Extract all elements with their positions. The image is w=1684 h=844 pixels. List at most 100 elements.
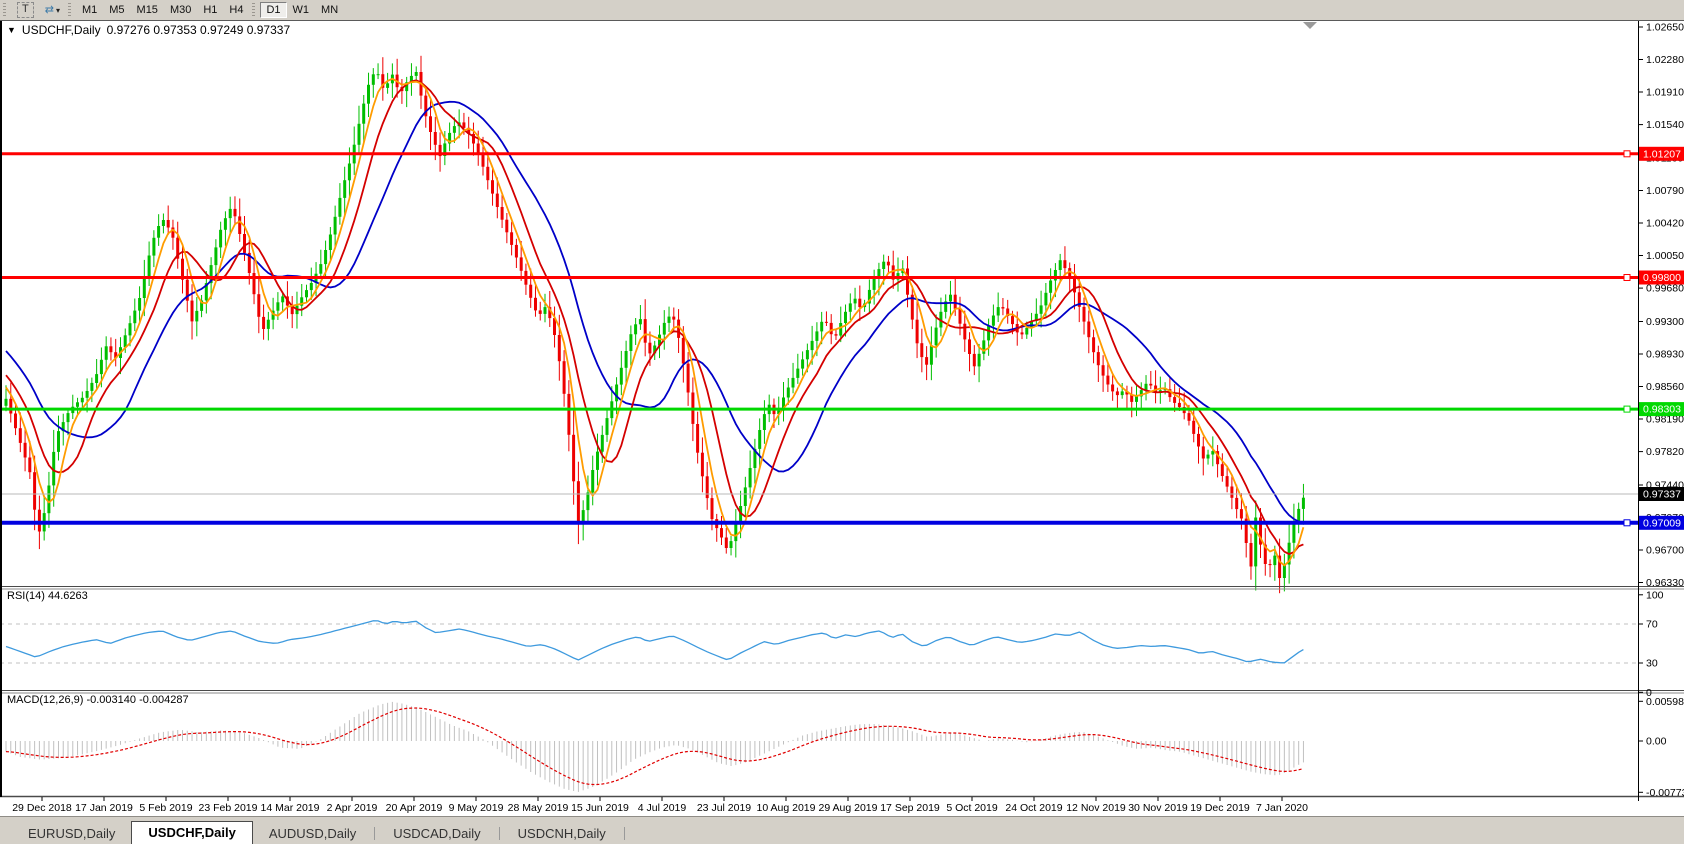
svg-text:1.01540: 1.01540 (1646, 119, 1684, 131)
timeframe-button-m5[interactable]: M5 (103, 2, 130, 18)
svg-text:29 Aug 2019: 29 Aug 2019 (819, 802, 878, 814)
svg-text:2 Apr 2019: 2 Apr 2019 (327, 802, 378, 814)
text-tool-icon: T (17, 2, 34, 18)
svg-text:14 Mar 2019: 14 Mar 2019 (261, 802, 320, 814)
svg-text:0.005986: 0.005986 (1646, 696, 1684, 708)
arrows-icon: ⇄ (45, 5, 54, 16)
svg-text:30: 30 (1646, 658, 1658, 670)
svg-text:0.00: 0.00 (1646, 736, 1667, 748)
tab-divider (374, 827, 375, 840)
timeframe-button-mn[interactable]: MN (315, 2, 344, 18)
macd-axis[interactable]: 0.005986 0.00 -0.007737 (1638, 696, 1684, 799)
line-price-label: 0.99800 (1639, 271, 1684, 285)
timeframe-button-w1[interactable]: W1 (287, 2, 316, 18)
svg-text:0.96700: 0.96700 (1646, 545, 1684, 557)
svg-text:9 May 2019: 9 May 2019 (449, 802, 504, 814)
chart-title: ▼ USDCHF,Daily 0.97276 0.97353 0.97249 0… (7, 23, 290, 37)
toolbar-grip[interactable] (252, 3, 255, 17)
tab-eurusd-daily[interactable]: EURUSD,Daily (12, 823, 131, 844)
tab-divider (499, 827, 500, 840)
date-axis[interactable]: 29 Dec 201817 Jan 2019 5 Feb 2019 23 Feb 2… (12, 797, 1308, 814)
line-price-label: 1.01207 (1639, 147, 1684, 161)
timeframe-button-h1[interactable]: H1 (197, 2, 223, 18)
svg-text:23 Jul 2019: 23 Jul 2019 (697, 802, 751, 814)
svg-text:15 Jun 2019: 15 Jun 2019 (571, 802, 629, 814)
svg-text:12 Nov 2019: 12 Nov 2019 (1066, 802, 1126, 814)
timeframe-buttons: M1M5M15M30H1H4 D1W1MN (76, 2, 344, 18)
tab-usdchf-daily[interactable]: USDCHF,Daily (131, 821, 252, 844)
svg-text:0.98303: 0.98303 (1643, 404, 1681, 416)
svg-text:0.99800: 0.99800 (1643, 272, 1681, 284)
svg-text:7 Jan 2020: 7 Jan 2020 (1256, 802, 1308, 814)
symbol-dropdown-icon[interactable]: ▼ (7, 25, 16, 35)
timeframe-button-d1[interactable]: D1 (260, 2, 286, 18)
svg-text:1.00050: 1.00050 (1646, 250, 1684, 262)
rsi-indicator-label: RSI(14) 44.6263 (7, 590, 88, 602)
svg-text:1.00420: 1.00420 (1646, 218, 1684, 230)
macd-indicator-label: MACD(12,26,9) -0.003140 -0.004287 (7, 694, 189, 706)
chart-canvas[interactable]: 1.026501.022801.019101.015401.011601.007… (0, 0, 1684, 844)
svg-text:4 Jul 2019: 4 Jul 2019 (638, 802, 687, 814)
ma-fast-line (6, 79, 1303, 566)
svg-text:0.97009: 0.97009 (1643, 517, 1681, 529)
line-handle (1624, 151, 1630, 157)
svg-text:100: 100 (1646, 589, 1664, 601)
svg-text:5 Feb 2019: 5 Feb 2019 (139, 802, 192, 814)
timeframe-switch-button[interactable]: ⇄ ▾ (40, 2, 65, 18)
svg-text:0.98930: 0.98930 (1646, 349, 1684, 361)
svg-text:10 Aug 2019: 10 Aug 2019 (757, 802, 816, 814)
macd-histogram (6, 702, 1303, 792)
toolbar: T ⇄ ▾ M1M5M15M30H1H4 D1W1MN (0, 0, 1684, 21)
svg-text:1.02650: 1.02650 (1646, 22, 1684, 34)
svg-text:24 Oct 2019: 24 Oct 2019 (1005, 802, 1062, 814)
svg-text:1.00790: 1.00790 (1646, 185, 1684, 197)
svg-text:1.01207: 1.01207 (1643, 148, 1681, 160)
rsi-line (6, 621, 1303, 663)
tab-usdcad-daily[interactable]: USDCAD,Daily (377, 823, 496, 844)
svg-text:19 Dec 2019: 19 Dec 2019 (1190, 802, 1250, 814)
timeframe-button-m30[interactable]: M30 (164, 2, 197, 18)
svg-text:1.02280: 1.02280 (1646, 54, 1684, 66)
candles-layer (5, 56, 1305, 593)
tab-audusd-daily[interactable]: AUDUSD,Daily (253, 823, 372, 844)
line-price-label: 0.98303 (1639, 402, 1684, 416)
tab-usdcnh-daily[interactable]: USDCNH,Daily (502, 823, 622, 844)
svg-text:17 Sep 2019: 17 Sep 2019 (880, 802, 940, 814)
svg-text:29 Dec 2018: 29 Dec 2018 (12, 802, 72, 814)
svg-text:0.97820: 0.97820 (1646, 446, 1684, 458)
svg-text:0.96330: 0.96330 (1646, 577, 1684, 589)
tab-divider (624, 827, 625, 840)
chart-symbol-period: USDCHF,Daily (22, 23, 101, 37)
toolbar-grip[interactable] (68, 3, 71, 17)
svg-text:70: 70 (1646, 619, 1658, 631)
chart-tabs: EURUSD,DailyUSDCHF,DailyAUDUSD,DailyUSDC… (0, 816, 1684, 844)
svg-text:17 Jan 2019: 17 Jan 2019 (75, 802, 133, 814)
ma-slow-line (6, 102, 1303, 524)
svg-text:0.99300: 0.99300 (1646, 316, 1684, 328)
line-handle (1624, 275, 1630, 281)
timeframe-button-m15[interactable]: M15 (131, 2, 164, 18)
line-handle (1624, 520, 1630, 526)
svg-text:0.98560: 0.98560 (1646, 381, 1684, 393)
chart-shift-marker[interactable] (1303, 22, 1317, 29)
svg-text:0.97337: 0.97337 (1643, 489, 1681, 501)
chart-ohlc-quotes: 0.97276 0.97353 0.97249 0.97337 (107, 23, 291, 37)
svg-text:5 Oct 2019: 5 Oct 2019 (946, 802, 998, 814)
rsi-axis[interactable]: 10070300 (1638, 589, 1664, 699)
svg-text:23 Feb 2019: 23 Feb 2019 (199, 802, 258, 814)
timeframe-button-h4[interactable]: H4 (223, 2, 249, 18)
svg-text:-0.007737: -0.007737 (1646, 787, 1684, 799)
toolbar-grip[interactable] (3, 3, 6, 17)
current-price-label: 0.97337 (1639, 487, 1684, 501)
line-price-label: 0.97009 (1639, 516, 1684, 530)
dropdown-caret-icon: ▾ (56, 6, 60, 15)
mt4-window: 1.026501.022801.019101.015401.011601.007… (0, 0, 1684, 844)
svg-text:30 Nov 2019: 30 Nov 2019 (1128, 802, 1188, 814)
timeframe-button-m1[interactable]: M1 (76, 2, 103, 18)
price-axis[interactable]: 1.026501.022801.019101.015401.011601.007… (1638, 22, 1684, 590)
svg-text:20 Apr 2019: 20 Apr 2019 (386, 802, 443, 814)
svg-text:1.01910: 1.01910 (1646, 87, 1684, 99)
line-handle (1624, 406, 1630, 412)
text-tool-button[interactable]: T (11, 2, 40, 18)
svg-text:28 May 2019: 28 May 2019 (508, 802, 569, 814)
